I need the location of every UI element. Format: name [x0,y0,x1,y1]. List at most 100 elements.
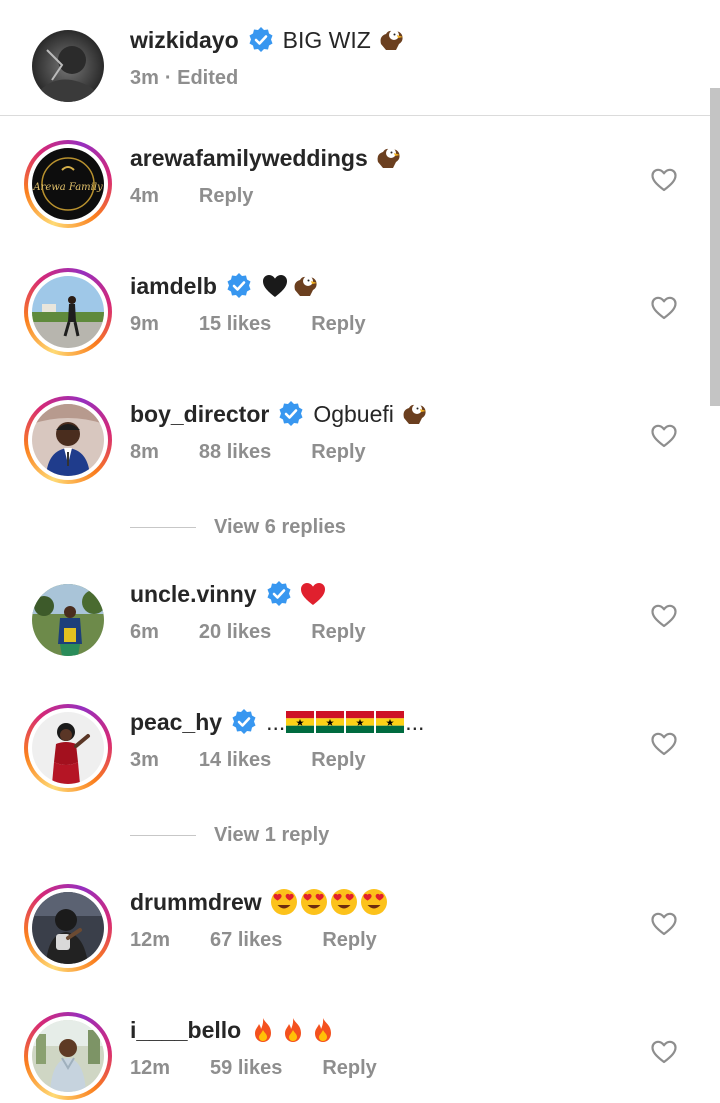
comment-suffix: ... [405,708,425,735]
eagle-emoji [374,144,402,172]
comment-emoji-row [249,1016,337,1044]
comment-time: 3m [130,748,159,771]
caption-time: 3m [130,66,159,89]
ghana-flag-emoji [346,711,375,733]
avatar[interactable] [32,276,104,348]
view-replies-label: View 1 reply [214,823,330,846]
comment-meta: 6m 20 likes Reply [130,617,366,647]
avatar[interactable] [32,30,104,102]
reply-button[interactable]: Reply [311,313,365,336]
avatar[interactable]: Arewa Family [32,148,104,220]
comment-username[interactable]: iamdelb [130,273,217,300]
story-ring[interactable] [24,704,112,792]
red-heart-emoji [299,580,327,608]
heart-outline-icon[interactable] [650,730,678,758]
verified-badge-icon [230,708,258,736]
reply-button[interactable]: Reply [199,185,253,208]
ghana-flag-emoji [286,711,315,733]
comment-likes[interactable]: 20 likes [199,621,271,644]
fire-emoji [309,1016,337,1044]
reply-button[interactable]: Reply [311,621,365,644]
fire-emoji [249,1016,277,1044]
eagle-emoji [400,400,428,428]
heart-outline-icon[interactable] [650,910,678,938]
view-replies-label: View 6 replies [214,515,346,538]
comment-meta: 9m 15 likes Reply [130,309,366,339]
reply-button[interactable]: Reply [322,929,376,952]
comment-time: 12m [130,1056,171,1079]
comment-likes[interactable]: 14 likes [199,749,271,772]
heart-eyes-emoji [330,888,358,916]
comment-likes[interactable]: 59 likes [210,1057,282,1080]
divider [130,526,196,528]
verified-badge-icon [247,26,275,54]
ghana-flag-emoji [316,711,345,733]
comment-time: 4m [130,184,159,207]
heart-eyes-emoji [360,888,388,916]
story-ring[interactable] [24,884,112,972]
comment-meta: 4m Reply [130,181,253,211]
heart-eyes-emoji [270,888,298,916]
black-heart-emoji [261,272,289,300]
comment-emoji-row [261,272,319,300]
comment-name-line: peac_hy ... ... [130,706,424,738]
comment-meta: 12m 59 likes Reply [130,1053,377,1083]
view-replies-button[interactable]: View 1 reply [130,820,329,850]
comment-meta: 3m 14 likes Reply [130,745,366,775]
comment-username[interactable]: boy_director [130,401,269,428]
divider [130,834,196,836]
comment-time: 9m [130,312,159,335]
comment-name-line: iamdelb [130,270,319,302]
avatar[interactable] [32,1020,104,1092]
reply-button[interactable]: Reply [311,749,365,772]
comment-username[interactable]: peac_hy [130,709,222,736]
avatar[interactable] [32,892,104,964]
comment-name-line: boy_director Ogbuefi [130,398,428,430]
comment-emoji-row [270,888,388,916]
story-ring[interactable] [24,1012,112,1100]
heart-outline-icon[interactable] [650,422,678,450]
heart-outline-icon[interactable] [650,1038,678,1066]
comment-time: 6m [130,620,159,643]
caption-text: BIG WIZ [282,26,371,53]
heart-outline-icon[interactable] [650,602,678,630]
comment-username[interactable]: drummdrew [130,889,262,916]
reply-button[interactable]: Reply [322,1057,376,1080]
story-ring[interactable]: Arewa Family [24,140,112,228]
comment-meta: 8m 88 likes Reply [130,437,366,467]
comment-likes[interactable]: 15 likes [199,313,271,336]
avatar[interactable] [32,584,104,656]
avatar[interactable] [32,404,104,476]
comment-likes[interactable]: 67 likes [210,929,282,952]
comment-likes[interactable]: 88 likes [199,441,271,464]
scrollbar[interactable] [710,88,720,406]
comment-username[interactable]: arewafamilyweddings [130,145,368,172]
caption-meta: 3m · Edited [130,63,238,93]
comment-name-line: drummdrew [130,886,388,918]
username[interactable]: wizkidayo [130,27,239,54]
avatar[interactable] [32,712,104,784]
comment-prefix: ... [266,708,286,735]
comment-username[interactable]: uncle.vinny [130,581,257,608]
ghana-flag-emoji [376,711,405,733]
eagle-emoji [291,272,319,300]
verified-badge-icon [265,580,293,608]
caption-name-line: wizkidayo BIG WIZ [130,24,405,56]
comment-name-line: uncle.vinny [130,578,327,610]
comment-time: 8m [130,440,159,463]
caption-edited: · Edited [164,66,239,89]
view-replies-button[interactable]: View 6 replies [130,512,346,542]
caption-header: wizkidayo BIG WIZ 3m · Edited [0,0,720,116]
story-ring[interactable] [24,396,112,484]
comment-name-line: arewafamilyweddings [130,142,402,174]
heart-eyes-emoji [300,888,328,916]
heart-outline-icon[interactable] [650,166,678,194]
comment-meta: 12m 67 likes Reply [130,925,377,955]
verified-badge-icon [225,272,253,300]
avatar-logo-text: Arewa Family [32,182,103,193]
story-ring[interactable] [24,268,112,356]
heart-outline-icon[interactable] [650,294,678,322]
reply-button[interactable]: Reply [311,441,365,464]
comment-username[interactable]: i____bello [130,1017,241,1044]
verified-badge-icon [277,400,305,428]
